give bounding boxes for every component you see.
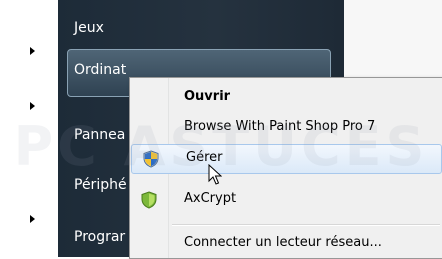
start-menu-item-panneau[interactable]: Pannea [74,127,125,143]
axcrypt-shield-icon [141,191,157,209]
context-item-label: Ouvrir [184,89,231,104]
submenu-arrow-icon [30,47,35,55]
context-item-ouvrir[interactable]: Ouvrir [130,84,442,112]
submenu-arrow-icon [30,102,35,110]
shield-icon [143,150,159,168]
context-menu: Ouvrir Browse With Paint Shop Pro 7 Gére… [129,77,442,259]
start-menu-item-ordinateur[interactable]: Ordinat [74,62,126,78]
context-item-label: Connecter un lecteur réseau... [184,235,382,250]
mouse-pointer-icon [208,164,222,185]
context-item-label: AxCrypt [184,191,237,206]
context-item-connecter-lecteur[interactable]: Connecter un lecteur réseau... [130,230,442,258]
submenu-arrow-icon [30,215,35,223]
start-menu-item-programmes[interactable]: Prograr [74,229,125,245]
context-item-label: Browse With Paint Shop Pro 7 [184,119,376,134]
start-menu-item-peripheriques[interactable]: Périphé [74,177,127,193]
context-item-gerer[interactable]: Gérer [131,144,442,174]
menu-separator-highlight [172,225,440,226]
left-gutter [0,0,58,257]
context-item-browse-paint-shop[interactable]: Browse With Paint Shop Pro 7 [130,114,442,142]
context-item-label: Gérer [186,150,223,165]
context-item-axcrypt[interactable]: AxCrypt [130,186,442,214]
start-menu-item-jeux[interactable]: Jeux [74,20,104,36]
